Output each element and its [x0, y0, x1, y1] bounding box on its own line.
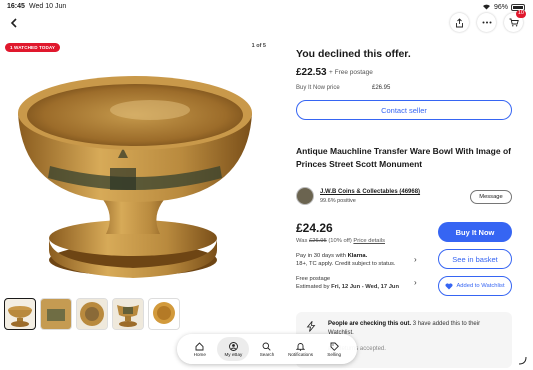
thumbnail-strip: [4, 298, 180, 330]
home-icon: [195, 341, 204, 350]
thumbnail-4[interactable]: [112, 298, 144, 330]
watchlist-button[interactable]: Added to Watchlist: [438, 276, 512, 296]
discount-percent: (10% off): [328, 238, 352, 244]
buy-it-now-button[interactable]: Buy It Now: [438, 222, 512, 242]
postage-title: Free postage: [296, 276, 331, 282]
tab-label: Home: [193, 351, 206, 357]
status-bar: 16:45 Wed 10 Jun 96%: [0, 0, 533, 14]
thumbnail-5[interactable]: [148, 298, 180, 330]
seller-avatar[interactable]: [296, 187, 314, 205]
contact-seller-button[interactable]: Contact seller: [296, 100, 512, 120]
tab-search[interactable]: Search: [251, 337, 283, 361]
wifi-icon: [482, 3, 491, 12]
tab-my-ebay[interactable]: My eBay: [217, 337, 250, 361]
offer-price: £22.53: [296, 67, 327, 78]
postage-row[interactable]: Free postage Estimated by Fri, 12 Jun - …: [296, 275, 416, 291]
klarna-row[interactable]: Pay in 30 days with Klarna. 18+, TC appl…: [296, 252, 416, 268]
was-price-line: Was £26.95 (10% off) Price details: [296, 238, 385, 244]
trending-icon: [306, 321, 316, 332]
bottom-tab-bar: Home My eBay Search Notifications Sellin…: [177, 334, 357, 364]
message-seller-button[interactable]: Message: [470, 190, 512, 204]
bowl-photo: [18, 76, 252, 278]
status-date: Wed 10 Jun: [29, 3, 67, 10]
bin-price-label: Buy It Now price: [296, 85, 340, 91]
notice-text: People are checking this out. 3 have add…: [328, 320, 503, 338]
share-icon: [456, 17, 463, 27]
was-price: £26.95: [309, 238, 327, 244]
user-icon: [228, 341, 238, 351]
bell-icon: [296, 342, 306, 351]
klarna-terms: 18+, TC apply. Credit subject to status.: [296, 261, 396, 267]
thumbnail-2[interactable]: [40, 298, 72, 330]
tab-label: Selling: [327, 351, 342, 357]
offer-status-heading: You declined this offer.: [296, 48, 411, 60]
product-image[interactable]: 1 WATCHED TODAY 1 of 5: [0, 38, 274, 295]
klarna-prefix: Pay in 30 days with: [296, 253, 346, 259]
klarna-brand: Klarna.: [347, 253, 368, 259]
image-counter: 1 of 5: [251, 43, 266, 49]
tab-selling[interactable]: Selling: [318, 337, 350, 361]
seller-name: J.W.B Coins & Collectables: [320, 189, 398, 195]
battery-level: 96%: [493, 4, 508, 11]
tab-notifications[interactable]: Notifications: [285, 337, 317, 361]
watchlist-label: Added to Watchlist: [456, 283, 505, 289]
cart-button[interactable]: 10: [504, 10, 526, 32]
seller-feedback-count: (46968): [399, 189, 421, 195]
more-options-button[interactable]: [477, 13, 496, 32]
seller-name-link[interactable]: J.W.B Coins & Collectables (46968): [320, 189, 420, 195]
top-actions: 10: [450, 10, 526, 32]
watched-today-badge: 1 WATCHED TODAY: [5, 43, 61, 52]
more-dots-icon: [482, 21, 491, 24]
back-button[interactable]: [7, 16, 21, 30]
listing-title: Antique Mauchline Transfer Ware Bowl Wit…: [296, 146, 511, 169]
bin-price-value: £26.95: [372, 85, 391, 91]
tab-label: My eBay: [224, 351, 243, 357]
klarna-chevron-icon: ›: [414, 255, 417, 264]
resize-handle-icon: [518, 356, 527, 365]
was-prefix: Was: [296, 238, 308, 244]
thumbnail-3[interactable]: [76, 298, 108, 330]
heart-icon: [445, 282, 453, 289]
cart-count-badge: 10: [515, 10, 526, 18]
postage-estimate-prefix: Estimated by: [296, 284, 330, 290]
postage-chevron-icon: ›: [414, 278, 417, 287]
share-button[interactable]: [450, 13, 469, 32]
seller-feedback-percent: 99.6% positive: [320, 198, 356, 204]
cart-icon: [509, 18, 519, 27]
tab-home[interactable]: Home: [184, 337, 216, 361]
postage-dates: Fri, 12 Jun - Wed, 17 Jun: [331, 284, 400, 290]
chevron-left-icon: [10, 18, 17, 28]
thumbnail-1[interactable]: [4, 298, 36, 330]
notice-bold: People are checking this out.: [328, 321, 412, 327]
search-icon: [263, 342, 272, 351]
price-details-link[interactable]: Price details: [353, 238, 385, 244]
item-price: £24.26: [296, 221, 333, 235]
tab-label: Notifications: [288, 351, 314, 357]
see-in-basket-button[interactable]: See in basket: [438, 249, 512, 269]
tab-label: Search: [259, 351, 275, 357]
offer-postage: + Free postage: [329, 69, 373, 76]
tag-icon: [330, 342, 339, 351]
status-time: 16:45: [7, 3, 25, 10]
